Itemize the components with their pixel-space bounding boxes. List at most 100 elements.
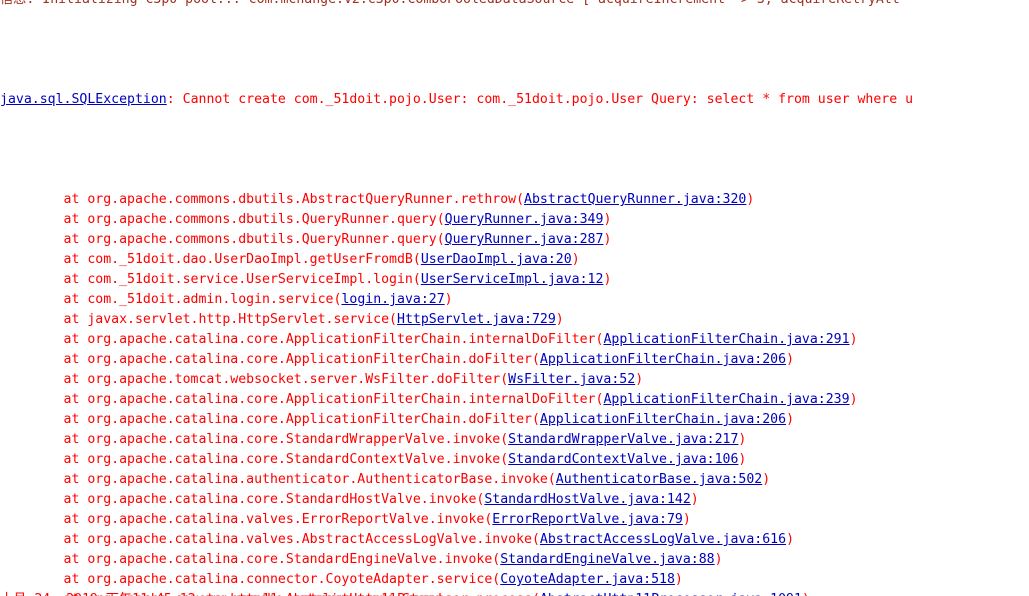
stack-frame-row: at com._51doit.dao.UserDaoImpl.getUserFr… [0, 250, 1029, 270]
frame-method: org.apache.catalina.core.ApplicationFilt… [87, 352, 532, 367]
frame-source-link[interactable]: ApplicationFilterChain.java:206 [540, 412, 786, 427]
stack-frame-row: at org.apache.commons.dbutils.QueryRunne… [0, 230, 1029, 250]
frame-method: org.apache.catalina.core.ApplicationFilt… [87, 332, 596, 347]
frame-paren-close: ) [786, 412, 795, 427]
frame-paren-close: ) [849, 332, 858, 347]
frame-indent: at [0, 292, 88, 307]
frame-method: org.apache.tomcat.websocket.server.WsFil… [87, 372, 501, 387]
frame-indent: at [0, 452, 88, 467]
frame-indent: at [0, 352, 88, 367]
frame-indent: at [0, 192, 88, 207]
frame-paren-close: ) [786, 532, 795, 547]
frame-source-link[interactable]: UserDaoImpl.java:20 [421, 252, 572, 267]
frame-indent: at [0, 252, 88, 267]
frame-paren-open: ( [389, 312, 397, 327]
frame-paren-open: ( [531, 352, 540, 367]
frame-source-link[interactable]: AbstractHttp11Processor.java:1091 [540, 592, 802, 596]
stack-frame-row: at org.apache.catalina.core.StandardCont… [0, 450, 1029, 470]
stack-frame-row: at org.apache.catalina.core.ApplicationF… [0, 350, 1029, 370]
frame-indent: at [0, 532, 88, 547]
frame-paren-close: ) [786, 352, 795, 367]
frame-method: org.apache.catalina.authenticator.Authen… [87, 472, 548, 487]
frame-method: javax.servlet.http.HttpServlet.service [87, 312, 390, 327]
frame-source-link[interactable]: WsFilter.java:52 [508, 372, 635, 387]
frame-source-link[interactable]: ApplicationFilterChain.java:239 [603, 392, 849, 407]
frame-source-link[interactable]: login.java:27 [341, 292, 444, 307]
stack-frame-row: at org.apache.catalina.core.ApplicationF… [0, 330, 1029, 350]
frame-method: org.apache.commons.dbutils.QueryRunner.q… [87, 232, 437, 247]
exception-type-link[interactable]: java.sql.SQLException [0, 92, 167, 107]
frame-source-link[interactable]: UserServiceImpl.java:12 [421, 272, 604, 287]
frame-method: com._51doit.admin.login.service [87, 292, 334, 307]
exception-separator: : [166, 92, 183, 107]
frame-source-link[interactable]: ApplicationFilterChain.java:206 [540, 352, 786, 367]
frame-indent: at [0, 432, 88, 447]
frame-paren-close: ) [603, 272, 612, 287]
frame-source-link[interactable]: StandardEngineValve.java:88 [500, 552, 714, 567]
frame-source-link[interactable]: StandardHostValve.java:142 [484, 492, 690, 507]
stack-frame-row: at org.apache.catalina.core.ApplicationF… [0, 390, 1029, 410]
frame-indent: at [0, 312, 88, 327]
frame-paren-open: ( [532, 592, 540, 596]
frame-paren-close: ) [674, 572, 683, 587]
frame-method: org.apache.catalina.core.StandardContext… [87, 452, 501, 467]
frame-indent: at [0, 232, 88, 247]
frame-paren-open: ( [500, 452, 509, 467]
frame-indent: at [0, 332, 88, 347]
frame-method: org.apache.catalina.valves.AbstractAcces… [87, 532, 532, 547]
frame-paren-close: ) [603, 232, 612, 247]
frame-paren-open: ( [547, 472, 556, 487]
frame-paren-close: ) [444, 292, 453, 307]
frame-method: org.apache.catalina.core.ApplicationFilt… [87, 412, 532, 427]
stack-frame-row: at com._51doit.admin.login.service(login… [0, 290, 1029, 310]
frame-source-link[interactable]: HttpServlet.java:729 [397, 312, 556, 327]
frame-indent: at [0, 392, 88, 407]
frame-indent: at [0, 552, 88, 567]
frame-paren-close: ) [849, 392, 858, 407]
exception-message: Cannot create com._51doit.pojo.User: com… [182, 92, 914, 107]
stack-trace-body: java.sql.SQLException: Cannot create com… [0, 10, 1029, 596]
frame-method: org.apache.commons.dbutils.AbstractQuery… [87, 192, 517, 207]
frame-indent: at [0, 572, 88, 587]
frame-source-link[interactable]: ApplicationFilterChain.java:291 [603, 332, 849, 347]
console-output-panel[interactable]: 信息: Initializing c3p0 pool... com.mchang… [0, 0, 1029, 596]
stack-frame-row: at org.apache.catalina.core.StandardEngi… [0, 550, 1029, 570]
stack-frame-row: at org.apache.tomcat.websocket.server.Ws… [0, 370, 1029, 390]
frame-source-link[interactable]: ErrorReportValve.java:79 [492, 512, 683, 527]
frame-method: org.apache.commons.dbutils.QueryRunner.q… [87, 212, 437, 227]
frame-source-link[interactable]: QueryRunner.java:287 [445, 232, 604, 247]
frame-source-link[interactable]: QueryRunner.java:349 [445, 212, 604, 227]
frame-source-link[interactable]: AbstractQueryRunner.java:320 [524, 192, 746, 207]
frame-paren-close: ) [690, 492, 699, 507]
stack-frame-row: at org.apache.commons.dbutils.QueryRunne… [0, 210, 1029, 230]
partial-log-line-top: 信息: Initializing c3p0 pool... com.mchang… [0, 0, 900, 10]
frame-paren-close: ) [571, 252, 580, 267]
frame-method: org.apache.catalina.connector.CoyoteAdap… [87, 572, 493, 587]
stack-frame-row: at com._51doit.service.UserServiceImpl.l… [0, 270, 1029, 290]
stack-frame-row: at org.apache.catalina.core.StandardHost… [0, 490, 1029, 510]
frame-paren-close: ) [738, 432, 747, 447]
frame-method: org.apache.catalina.valves.ErrorReportVa… [87, 512, 485, 527]
frame-paren-close: ) [762, 472, 771, 487]
frame-source-link[interactable]: StandardContextValve.java:106 [508, 452, 738, 467]
frame-paren-open: ( [436, 232, 445, 247]
frame-source-link[interactable]: CoyoteAdapter.java:518 [500, 572, 675, 587]
frame-paren-close: ) [802, 592, 810, 596]
frame-method: org.apache.catalina.core.StandardWrapper… [87, 432, 501, 447]
frame-method: org.apache.catalina.core.ApplicationFilt… [87, 392, 596, 407]
frame-paren-open: ( [531, 532, 540, 547]
frame-method: com._51doit.dao.UserDaoImpl.getUserFromd… [87, 252, 413, 267]
frame-paren-close: ) [555, 312, 564, 327]
frame-indent: at [0, 472, 88, 487]
frame-paren-open: ( [531, 412, 540, 427]
frame-source-link[interactable]: StandardWrapperValve.java:217 [508, 432, 738, 447]
frame-indent: at [0, 492, 88, 507]
frame-indent: at [0, 512, 88, 527]
frame-source-link[interactable]: AuthenticatorBase.java:502 [556, 472, 762, 487]
frame-paren-close: ) [714, 552, 723, 567]
stack-frame-row: at org.apache.commons.dbutils.AbstractQu… [0, 190, 1029, 210]
frame-paren-close: ) [682, 512, 691, 527]
frame-source-link[interactable]: AbstractAccessLogValve.java:616 [540, 532, 786, 547]
frame-paren-open: ( [516, 192, 525, 207]
stack-frame-row: at org.apache.catalina.valves.AbstractAc… [0, 530, 1029, 550]
